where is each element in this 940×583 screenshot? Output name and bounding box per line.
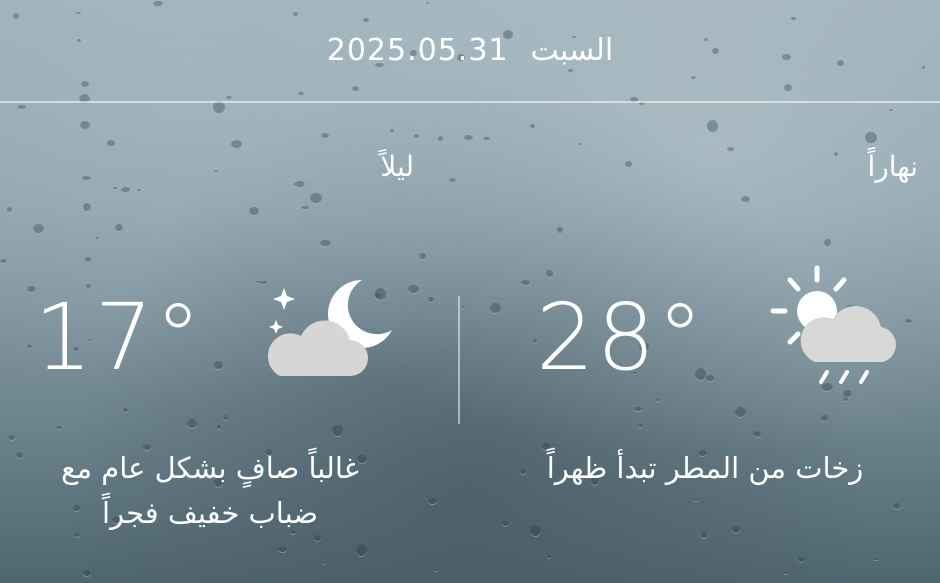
raindrop (461, 306, 466, 309)
raindrop (407, 285, 420, 295)
raindrop (502, 520, 510, 527)
raindrop (637, 423, 643, 429)
day-period-label: نهاراً (867, 150, 918, 183)
raindrop (32, 223, 45, 235)
night-description-line2: ضباب خفيف فجراً (102, 495, 318, 530)
raindrop (300, 205, 309, 211)
raindrop (320, 239, 331, 248)
raindrop (355, 543, 367, 557)
raindrop (694, 499, 699, 503)
raindrop (529, 123, 535, 129)
raindrop (437, 135, 443, 142)
raindrop (734, 406, 747, 418)
raindrop (707, 120, 718, 133)
raindrop (546, 269, 554, 278)
raindrop (657, 401, 661, 404)
raindrop (82, 175, 91, 182)
night-description-line1: غالباً صافٍ بشكل عام مع (61, 451, 359, 485)
raindrop (0, 259, 7, 265)
raindrop (782, 572, 788, 575)
raindrop (463, 135, 473, 141)
raindrop (136, 189, 141, 192)
raindrop (427, 297, 434, 304)
raindrop (490, 303, 501, 315)
moon-cloud-icon (267, 280, 392, 376)
raindrop (823, 239, 832, 248)
raindrop (483, 137, 490, 142)
raindrop (216, 425, 222, 431)
raindrop (122, 407, 129, 413)
raindrop (322, 561, 326, 565)
raindrop (223, 415, 229, 422)
raindrop (888, 108, 893, 113)
day-description: زخات من المطر تبدأ ظهراً (470, 446, 940, 491)
raindrop (27, 345, 33, 349)
raindrop (6, 206, 12, 214)
raindrop (530, 525, 541, 537)
raindrop (256, 280, 261, 284)
raindrop (873, 557, 878, 561)
raindrop (310, 192, 322, 205)
raindrop (414, 133, 419, 140)
raindrop (83, 569, 92, 577)
raindrop (390, 129, 394, 133)
raindrop (113, 187, 117, 190)
raindrop (16, 105, 26, 111)
raindrop (213, 361, 224, 370)
raindrop (80, 121, 91, 130)
raindrop (320, 133, 329, 140)
raindrop (798, 556, 804, 563)
raindrop (732, 525, 740, 534)
raindrop (833, 152, 838, 157)
raindrop (521, 280, 531, 287)
day-temperature: 28° (536, 284, 706, 391)
raindrop (107, 140, 115, 148)
raindrop (701, 531, 708, 539)
raindrop (547, 554, 552, 560)
raindrop (83, 202, 91, 212)
raindrop (314, 534, 322, 543)
night-period-label: ليلاً (380, 150, 414, 183)
raindrop (115, 224, 124, 232)
raindrop (187, 418, 198, 429)
raindrop (633, 406, 643, 413)
raindrop (230, 140, 242, 149)
raindrop (726, 146, 734, 153)
raindrop (332, 425, 344, 437)
raindrop (94, 237, 99, 241)
raindrop (624, 161, 632, 168)
raindrop (419, 252, 427, 261)
column-divider (458, 296, 460, 424)
day-name: السبت (530, 33, 614, 68)
date-header: السبت 2025.05.31 (0, 0, 940, 101)
raindrop (820, 415, 829, 422)
date-text: 2025.05.31 (326, 33, 509, 68)
raindrop (214, 170, 218, 174)
day-description-text: زخات من المطر تبدأ ظهراً (546, 451, 864, 485)
raindrop (434, 569, 438, 573)
sun-cloud-rain-icon (770, 265, 896, 384)
raindrop (120, 187, 131, 193)
raindrop (579, 142, 583, 147)
raindrop (428, 497, 437, 506)
header-divider (0, 101, 940, 103)
raindrop (656, 398, 660, 402)
raindrop (7, 434, 16, 442)
raindrop (293, 180, 306, 188)
raindrop (865, 131, 878, 145)
night-description: غالباً صافٍ بشكل عام مع ضباب خفيف فجراً (0, 446, 420, 536)
night-temperature: 17° (34, 284, 204, 391)
raindrop (277, 545, 287, 553)
raindrop (705, 375, 715, 383)
raindrop (557, 227, 563, 234)
raindrop (56, 426, 63, 431)
raindrop (842, 397, 849, 402)
raindrop (249, 206, 259, 216)
raindrop (85, 257, 92, 264)
raindrop (741, 196, 751, 204)
raindrop (904, 319, 912, 324)
raindrop (893, 502, 901, 510)
raindrop (753, 431, 762, 438)
raindrop (449, 177, 457, 183)
